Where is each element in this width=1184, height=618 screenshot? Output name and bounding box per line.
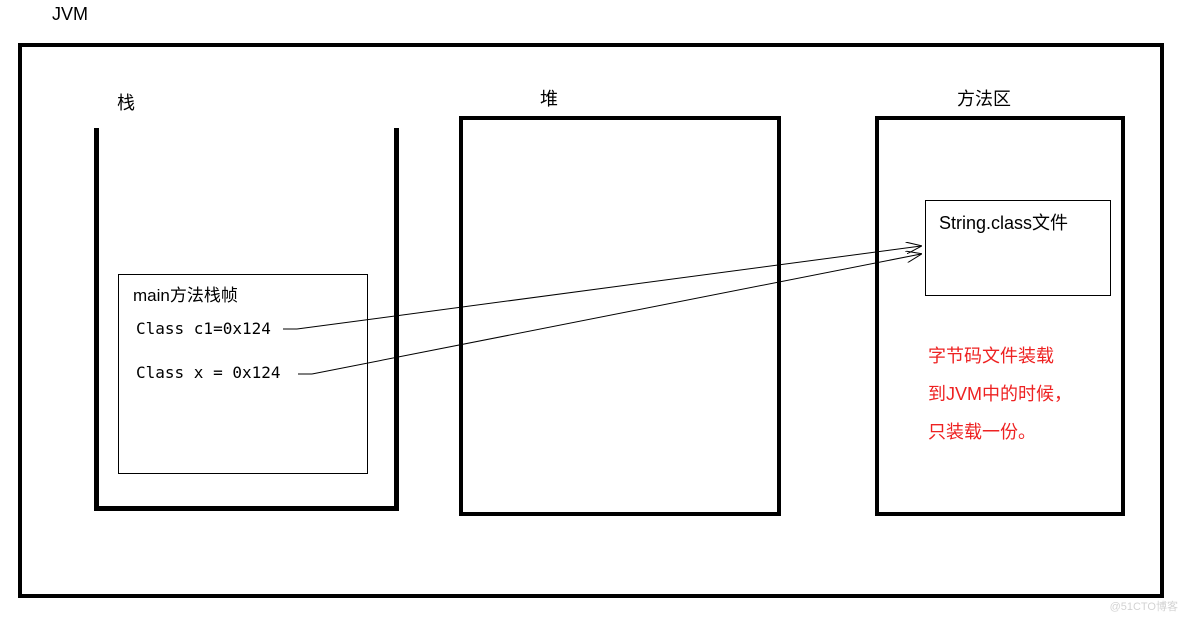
stack-frame-line1: Class c1=0x124 bbox=[136, 319, 271, 338]
note-line2: 到JVM中的时候， bbox=[928, 384, 1072, 404]
jvm-title: JVM bbox=[52, 4, 88, 25]
method-area-note: 字节码文件装载 到JVM中的时候， 只装载一份。 bbox=[928, 338, 1128, 451]
diagram-canvas: JVM 栈 main方法栈帧 Class c1=0x124 Class x = … bbox=[0, 0, 1184, 618]
stack-frame-line2: Class x = 0x124 bbox=[136, 363, 281, 382]
stack-bottom-border bbox=[94, 506, 399, 511]
stack-left-border bbox=[94, 128, 99, 510]
watermark: @51CTO博客 bbox=[1110, 598, 1178, 614]
stack-frame-title: main方法栈帧 bbox=[133, 281, 238, 306]
stack-right-border bbox=[394, 128, 399, 510]
method-area-box bbox=[875, 116, 1125, 516]
note-line1: 字节码文件装载 bbox=[928, 346, 1054, 366]
heap-box bbox=[459, 116, 781, 516]
heap-label: 堆 bbox=[540, 85, 558, 111]
method-area-label: 方法区 bbox=[957, 85, 1011, 111]
stack-label: 栈 bbox=[117, 89, 135, 115]
note-line3: 只装载一份。 bbox=[928, 422, 1036, 442]
classfile-label: String.class文件 bbox=[939, 209, 1068, 235]
